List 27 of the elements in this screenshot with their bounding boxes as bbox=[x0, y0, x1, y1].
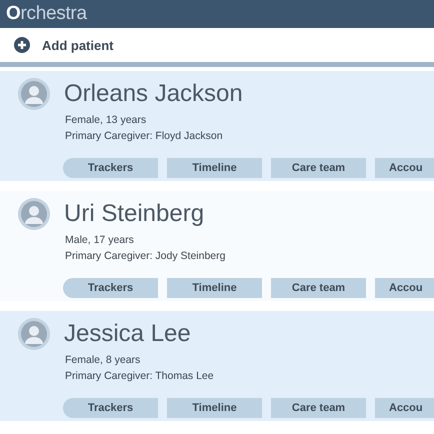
patient-tab[interactable]: Trackers bbox=[63, 278, 158, 298]
caregiver-text: Primary Caregiver: Thomas Lee bbox=[65, 369, 214, 384]
app-logo: Orchestra bbox=[6, 2, 87, 26]
patient-tab[interactable]: Accou bbox=[375, 158, 434, 178]
patient-tab[interactable]: Timeline bbox=[167, 158, 262, 178]
caregiver-text: Primary Caregiver: Floyd Jackson bbox=[65, 129, 223, 144]
patient-tab[interactable]: Trackers bbox=[63, 158, 158, 178]
patient-name: Orleans Jackson bbox=[64, 79, 243, 109]
patient-tab[interactable]: Care team bbox=[271, 398, 366, 418]
patient-tab[interactable]: Trackers bbox=[63, 398, 158, 418]
patient-name: Jessica Lee bbox=[64, 319, 191, 349]
caregiver-text: Primary Caregiver: Jody Steinberg bbox=[65, 249, 226, 264]
patient-tab[interactable]: Care team bbox=[271, 158, 366, 178]
patient-details: Female, 13 years bbox=[65, 113, 146, 128]
patient-details: Male, 17 years bbox=[65, 233, 134, 248]
avatar-icon bbox=[18, 78, 50, 110]
patient-name: Uri Steinberg bbox=[64, 199, 204, 229]
patient-tab[interactable]: Care team bbox=[271, 278, 366, 298]
patient-tab[interactable]: Timeline bbox=[167, 278, 262, 298]
avatar-icon bbox=[18, 318, 50, 350]
add-patient-button[interactable]: Add patient bbox=[0, 28, 114, 62]
avatar-icon bbox=[18, 198, 50, 230]
patient-tab[interactable]: Accou bbox=[375, 398, 434, 418]
patient-tab[interactable]: Accou bbox=[375, 278, 434, 298]
patient-tab[interactable]: Timeline bbox=[167, 398, 262, 418]
plus-icon bbox=[14, 37, 30, 53]
patient-details: Female, 8 years bbox=[65, 353, 140, 368]
